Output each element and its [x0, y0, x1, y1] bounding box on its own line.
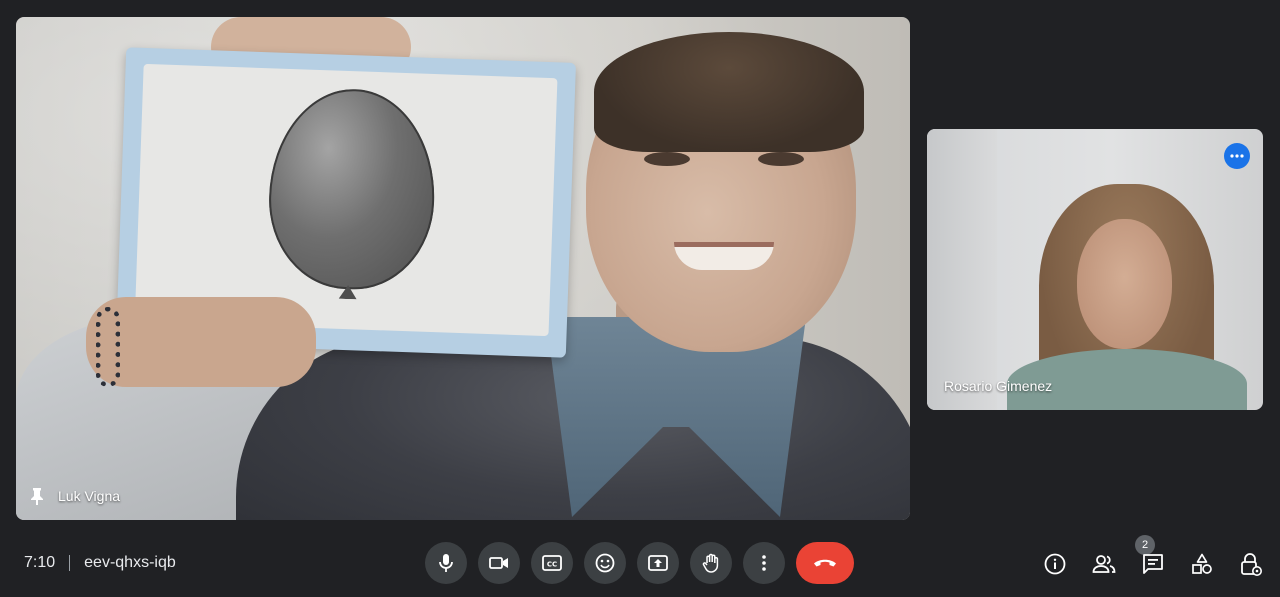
- chat-icon: [1142, 554, 1163, 574]
- emoji-icon: [595, 553, 615, 573]
- balloon-image: [266, 86, 438, 293]
- participant-hand: [86, 297, 316, 387]
- present-screen-icon: [648, 555, 668, 571]
- end-call-button[interactable]: [796, 542, 854, 584]
- main-video-tile[interactable]: [16, 17, 910, 520]
- meet-window: Luk Vigna Rosario Gimenez 7:10 eev-qhxs-…: [0, 0, 1280, 597]
- meeting-time: 7:10: [24, 554, 56, 571]
- host-controls-icon: [1240, 553, 1262, 576]
- info-icon: [1044, 553, 1065, 575]
- emoji-reactions-button[interactable]: [584, 542, 626, 584]
- microphone-button[interactable]: [425, 542, 467, 584]
- call-controls: CC: [425, 542, 854, 584]
- participant-hair: [594, 32, 864, 152]
- participant-smile: [674, 242, 774, 270]
- tile-more-options-button[interactable]: [1224, 143, 1250, 169]
- side-background-wall: [927, 129, 997, 410]
- participant-left-eye: [644, 152, 690, 166]
- host-controls-button[interactable]: [1226, 547, 1275, 581]
- bottom-control-bar: 7:10 eev-qhxs-iqb CC 2: [0, 530, 1280, 597]
- main-participant-name: Luk Vigna: [58, 488, 121, 504]
- side-participant-face: [1077, 219, 1172, 349]
- participant-bracelet: [96, 307, 120, 387]
- card-picture-area: [134, 63, 558, 337]
- camera-icon: [489, 557, 508, 569]
- main-tile-name-label: Luk Vigna: [30, 487, 120, 505]
- side-tile-name-label: Rosario Gimenez: [944, 378, 1052, 394]
- meeting-details-button[interactable]: [1030, 547, 1079, 581]
- activities-icon: [1191, 553, 1212, 574]
- side-video-tile[interactable]: [927, 129, 1263, 410]
- more-options-button[interactable]: [743, 542, 785, 584]
- meeting-info: 7:10 eev-qhxs-iqb: [24, 554, 176, 572]
- people-button[interactable]: 2: [1079, 535, 1155, 581]
- end-call-icon: [814, 559, 836, 567]
- camera-button[interactable]: [478, 542, 520, 584]
- activities-button[interactable]: [1177, 547, 1226, 581]
- captions-button[interactable]: CC: [531, 542, 573, 584]
- present-screen-button[interactable]: [637, 542, 679, 584]
- meeting-info-divider: [69, 555, 71, 571]
- raise-hand-button[interactable]: [690, 542, 732, 584]
- svg-text:CC: CC: [547, 561, 557, 569]
- chat-button[interactable]: [1128, 547, 1177, 581]
- more-options-icon: [762, 555, 766, 571]
- captions-icon: CC: [542, 555, 562, 571]
- people-icon: [1092, 555, 1115, 573]
- pin-icon[interactable]: [30, 487, 44, 505]
- raise-hand-icon: [702, 553, 719, 573]
- microphone-icon: [439, 554, 453, 572]
- side-participant-name: Rosario Gimenez: [944, 378, 1053, 394]
- participant-right-eye: [758, 152, 804, 166]
- meeting-code[interactable]: eev-qhxs-iqb: [84, 554, 176, 572]
- meeting-tools: 2: [1030, 535, 1275, 581]
